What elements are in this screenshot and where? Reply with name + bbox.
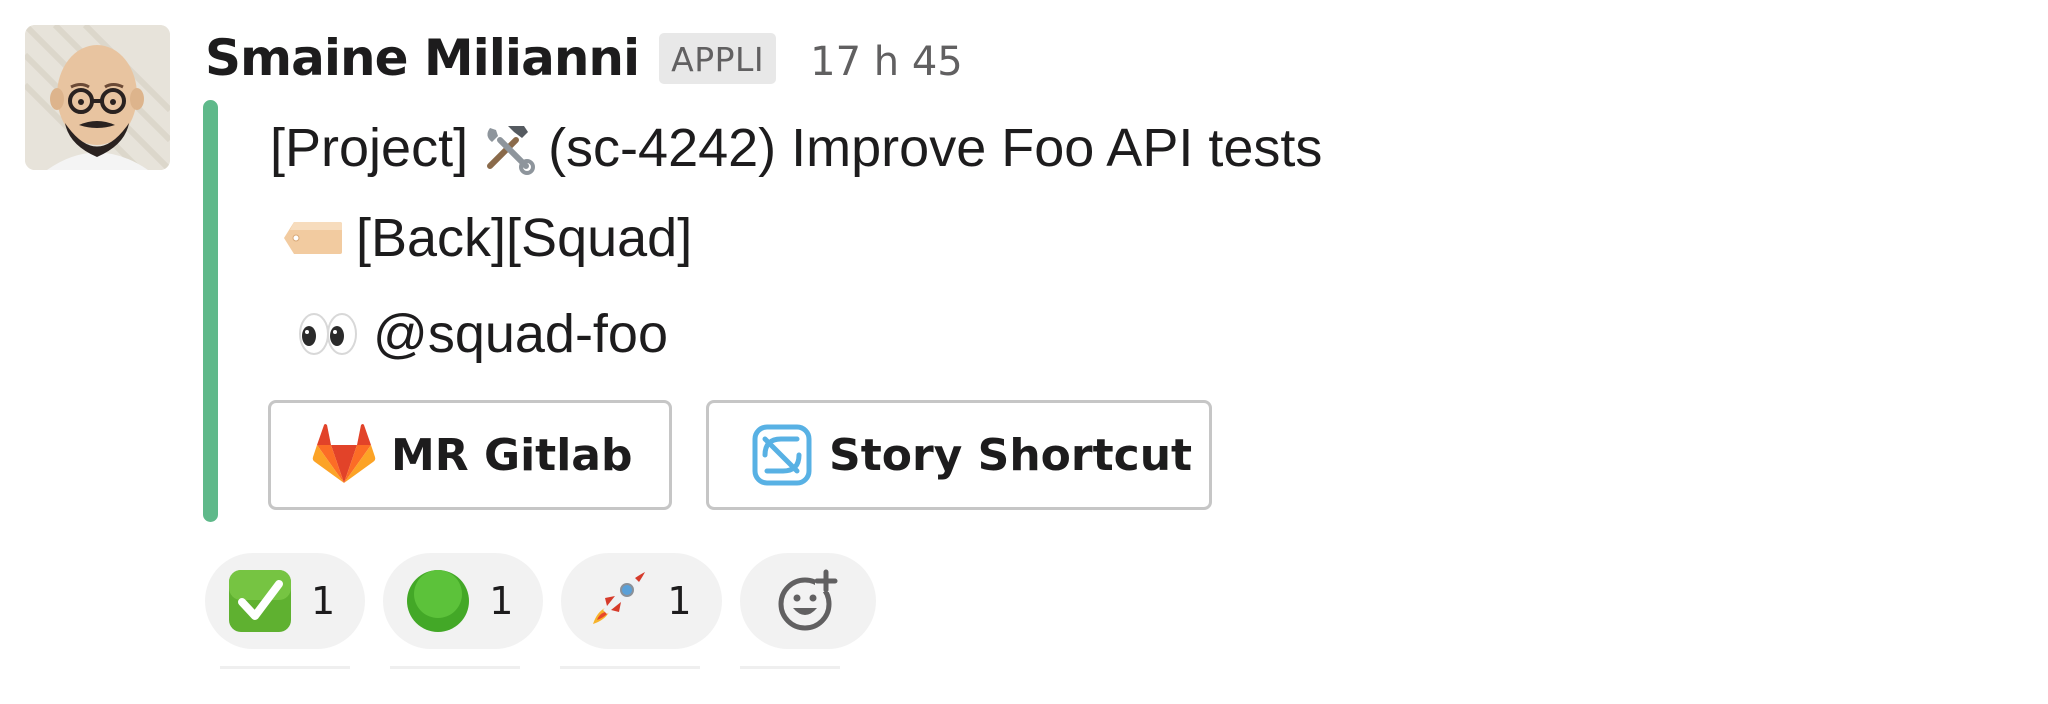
mr-gitlab-label: MR Gitlab (391, 429, 633, 481)
reaction-green-circle[interactable]: 1 (383, 553, 544, 649)
message: Smaine Milianni APPLI 17 h 45 [Project] … (0, 0, 2048, 704)
attachment-accent-bar (203, 100, 218, 522)
bald-man-avatar-icon (25, 25, 170, 170)
reaction-count: 1 (667, 579, 692, 623)
green-circle-icon (407, 570, 470, 632)
reaction-count: 1 (311, 579, 336, 623)
timestamp[interactable]: 17 h 45 (810, 39, 963, 85)
tags-text: [Back][Squad] (356, 208, 693, 268)
reaction-count: 1 (489, 579, 514, 623)
check-mark-button-icon (229, 570, 291, 632)
mr-gitlab-button[interactable]: MR Gitlab (268, 400, 672, 510)
message-header: Smaine Milianni APPLI 17 h 45 (205, 22, 963, 94)
hammer-and-wrench-icon (487, 126, 536, 175)
story-shortcut-label: Story Shortcut (829, 429, 1193, 481)
gitlab-icon (312, 424, 376, 483)
attachment-tags: [Back][Squad] (282, 200, 692, 276)
title-text: (sc-4242) Improve Foo API tests (548, 118, 1323, 178)
avatar[interactable] (25, 25, 170, 170)
reviewer-text[interactable]: @squad-foo (373, 303, 668, 365)
reaction-rocket[interactable]: 1 (561, 553, 722, 649)
story-shortcut-button[interactable]: Story Shortcut (706, 400, 1212, 510)
app-badge: APPLI (659, 32, 777, 84)
reactions-shadow (220, 666, 840, 669)
shadow-segment (390, 666, 520, 669)
shadow-segment (220, 666, 350, 669)
shortcut-icon (752, 424, 812, 486)
shadow-segment (740, 666, 840, 669)
shadow-segment (560, 666, 700, 669)
eyes-icon (299, 313, 357, 355)
add-reaction-button[interactable] (739, 553, 876, 649)
sender-name[interactable]: Smaine Milianni (205, 29, 640, 87)
title-prefix: [Project] (270, 118, 469, 178)
reaction-check-mark[interactable]: 1 (205, 553, 366, 649)
rocket-icon (593, 572, 646, 624)
attachment-reviewer: @squad-foo (297, 296, 668, 372)
reactions-bar: 1 1 1 (205, 553, 876, 649)
attachment-title: [Project] (sc-4242) Improve Foo API test… (270, 110, 1322, 186)
attachment-actions: MR Gitlab Story Shortcut (268, 400, 1212, 510)
label-tag-icon (284, 222, 342, 254)
add-reaction-icon (778, 569, 838, 631)
